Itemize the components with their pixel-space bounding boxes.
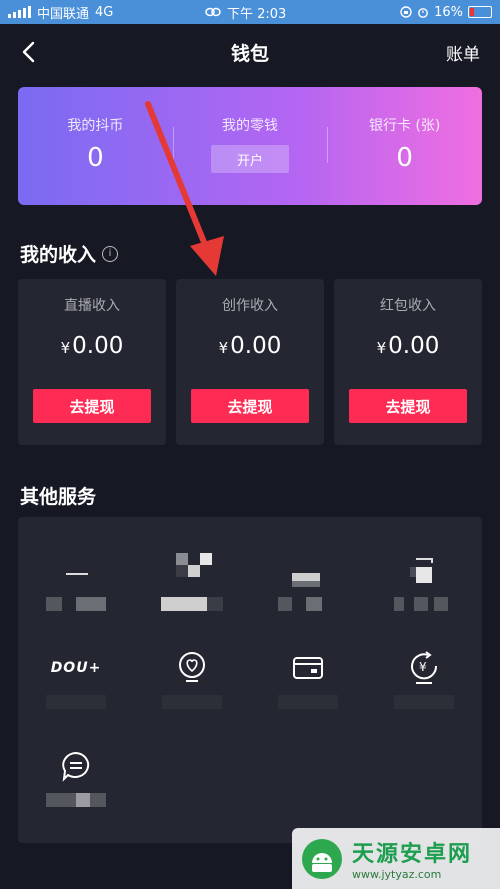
battery-percent: 16% xyxy=(434,4,463,20)
pixelated-label xyxy=(46,597,106,611)
pixelated-label xyxy=(394,695,454,709)
services-grid: DOU+ ¥ xyxy=(18,517,482,843)
link-icon xyxy=(205,7,221,17)
bill-link[interactable]: 账单 xyxy=(446,40,480,65)
withdraw-button[interactable]: 去提现 xyxy=(349,389,467,423)
income-section-title: 我的收入 i xyxy=(20,240,119,267)
service-item[interactable] xyxy=(18,531,134,631)
pixelated-icon xyxy=(56,553,96,587)
income-amount: ¥0.00 xyxy=(61,333,124,359)
pixelated-label xyxy=(46,793,106,807)
battery-icon xyxy=(468,6,492,18)
services-title: 其他服务 xyxy=(20,486,97,508)
service-item[interactable] xyxy=(134,531,250,631)
signal-icon xyxy=(8,6,31,18)
bank-card-value: 0 xyxy=(396,143,413,173)
live-income-card: 直播收入 ¥0.00 去提现 xyxy=(18,279,166,445)
income-label: 创作收入 xyxy=(222,298,278,314)
service-item[interactable] xyxy=(250,531,366,631)
dou-plus-icon: DOU+ xyxy=(51,651,101,685)
change-entry: 我的零钱 开户 xyxy=(172,87,328,205)
red-packet-income-card: 红包收入 ¥0.00 去提现 xyxy=(334,279,482,445)
watermark-title: 天源安卓网 xyxy=(352,842,473,867)
income-title: 我的收入 xyxy=(20,244,97,266)
pixelated-label xyxy=(278,597,338,611)
amount-value: 0.00 xyxy=(72,333,124,359)
svg-text:¥: ¥ xyxy=(419,660,427,674)
change-label: 我的零钱 xyxy=(222,118,278,134)
service-item[interactable] xyxy=(250,629,366,729)
service-item[interactable] xyxy=(134,629,250,729)
pixelated-label xyxy=(162,695,222,709)
douyin-coin-label: 我的抖币 xyxy=(67,118,124,134)
service-item[interactable] xyxy=(366,531,482,631)
income-label: 红包收入 xyxy=(380,298,436,314)
amount-value: 0.00 xyxy=(388,333,440,359)
withdraw-button[interactable]: 去提现 xyxy=(191,389,309,423)
yen-refresh-icon: ¥ xyxy=(404,651,444,685)
chat-bubble-icon xyxy=(56,749,96,783)
douyin-coin-value: 0 xyxy=(87,143,104,173)
info-icon[interactable]: i xyxy=(102,245,119,262)
amount-value: 0.00 xyxy=(230,333,282,359)
currency-symbol: ¥ xyxy=(376,339,387,357)
pixelated-label xyxy=(394,597,454,611)
service-item[interactable] xyxy=(18,727,134,827)
status-time: 下午 2:03 xyxy=(227,6,287,22)
site-watermark: 天源安卓网 www.jytyaz.com xyxy=(292,828,500,889)
carrier-label: 中国联通 xyxy=(37,6,90,22)
income-label: 直播收入 xyxy=(64,298,120,314)
back-chevron-icon[interactable] xyxy=(18,40,42,64)
alarm-icon xyxy=(418,8,428,18)
network-label: 4G xyxy=(95,4,114,20)
wallet-summary-card: 我的抖币 0 我的零钱 开户 银行卡 (张) 0 xyxy=(18,87,482,205)
dou-plus-logo: DOU+ xyxy=(50,660,102,676)
nav-bar: 钱包 账单 xyxy=(0,24,500,80)
income-cards: 直播收入 ¥0.00 去提现 创作收入 ¥0.00 去提现 红包收入 ¥0.00… xyxy=(18,279,482,445)
status-bar: 中国联通 4G 下午 2:03 16% xyxy=(0,0,500,24)
bank-card-label: 银行卡 (张) xyxy=(368,118,441,134)
service-item-dou-plus[interactable]: DOU+ xyxy=(18,629,134,729)
pixelated-label xyxy=(161,597,223,611)
currency-symbol: ¥ xyxy=(218,339,229,357)
pixelated-icon xyxy=(404,553,444,587)
pixelated-icon xyxy=(288,553,328,587)
android-logo-icon xyxy=(302,838,342,879)
card-icon xyxy=(288,651,328,685)
service-item[interactable]: ¥ xyxy=(366,629,482,729)
pixelated-icon xyxy=(172,553,212,587)
bank-card-entry[interactable]: 银行卡 (张) 0 xyxy=(327,87,482,205)
douyin-coin-entry[interactable]: 我的抖币 0 xyxy=(18,87,173,205)
income-amount: ¥0.00 xyxy=(377,333,440,359)
wallet-screen: 中国联通 4G 下午 2:03 16% 钱包 账单 我的抖币 0 我的零钱 开户… xyxy=(0,0,500,889)
open-account-button[interactable]: 开户 xyxy=(211,145,289,173)
services-section-title: 其他服务 xyxy=(20,482,96,509)
pixelated-label xyxy=(278,695,338,709)
currency-symbol: ¥ xyxy=(60,339,71,357)
heart-bag-icon xyxy=(172,651,212,685)
income-amount: ¥0.00 xyxy=(219,333,282,359)
creation-income-card: 创作收入 ¥0.00 去提现 xyxy=(176,279,324,445)
page-title: 钱包 xyxy=(230,42,269,65)
watermark-url: www.jytyaz.com xyxy=(352,868,442,881)
pixelated-label xyxy=(46,695,106,709)
withdraw-button[interactable]: 去提现 xyxy=(33,389,151,423)
lock-rotation-icon xyxy=(400,6,412,18)
